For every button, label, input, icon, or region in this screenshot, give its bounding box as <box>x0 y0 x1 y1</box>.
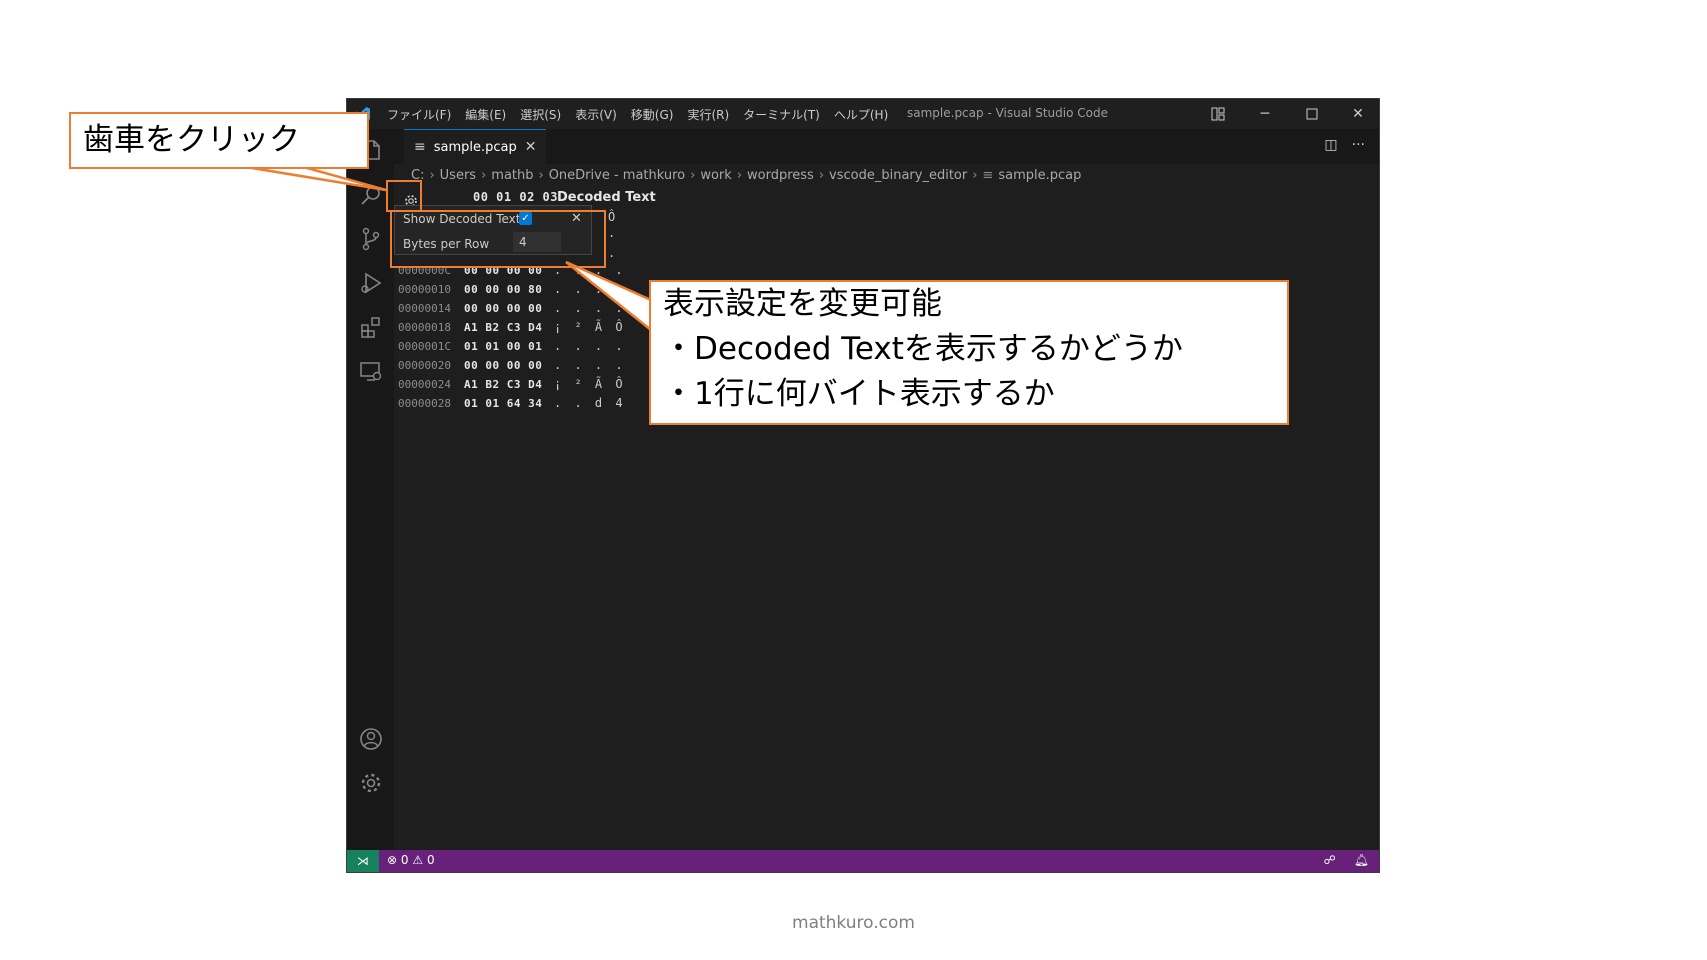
settings-callout-line: 表示設定を変更可能 <box>663 286 942 322</box>
footer-credit: mathkuro.com <box>792 913 915 933</box>
callout-pointer-gear <box>239 164 387 192</box>
gear-callout-text: 歯車をクリック <box>83 122 300 158</box>
settings-callout: 表示設定を変更可能 ・Decoded Textを表示するかどうか ・1行に何バイ… <box>649 280 1289 425</box>
callout-pointer-settings <box>565 260 653 333</box>
settings-callout-line: ・Decoded Textを表示するかどうか <box>663 331 1183 367</box>
settings-callout-line: ・1行に何バイト表示するか <box>663 376 1055 412</box>
gear-callout: 歯車をクリック <box>69 112 369 169</box>
